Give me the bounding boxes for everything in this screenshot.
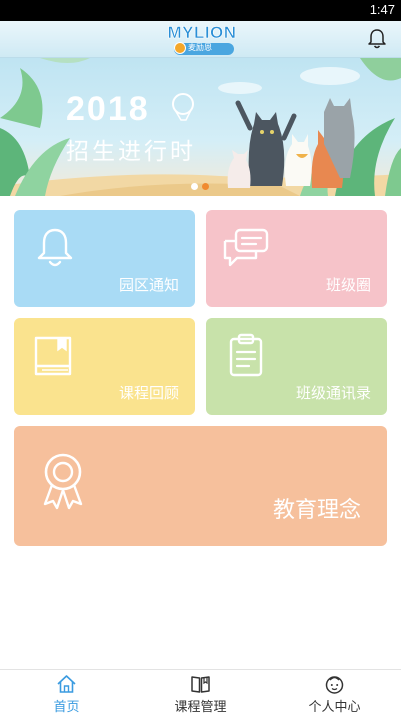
logo-text: MYLION: [167, 23, 237, 43]
tab-label: 首页: [53, 700, 80, 713]
home-icon: [57, 675, 76, 693]
tile-campus-notice[interactable]: 园区通知: [14, 210, 195, 307]
status-time: 1:47: [369, 2, 395, 17]
banner-slogan: 招生进行时: [66, 139, 196, 165]
tile-label: 班级通讯录: [295, 384, 371, 402]
chat-bubbles-icon: [223, 228, 269, 267]
face-icon: [325, 676, 344, 694]
banner-dot[interactable]: [191, 183, 198, 190]
bell-icon: [37, 228, 73, 267]
tile-course-review[interactable]: 课程回顾: [14, 318, 195, 415]
promo-banner[interactable]: 2018 招生进行时: [0, 58, 401, 196]
tab-personal-center[interactable]: 个人中心: [268, 670, 401, 713]
banner-year: 2018: [66, 90, 150, 128]
bell-icon: [368, 29, 386, 49]
tile-label: 教育理念: [272, 498, 361, 523]
tile-label: 课程回顾: [118, 384, 179, 402]
clipboard-icon: [229, 333, 263, 377]
tile-class-circle[interactable]: 班级圈: [206, 210, 387, 307]
logo-sub-text: 麦励恩: [188, 43, 212, 52]
book-icon: [34, 336, 72, 376]
tile-class-contacts[interactable]: 班级通讯录: [206, 318, 387, 415]
book-open-icon: [191, 676, 210, 693]
tab-label: 个人中心: [308, 700, 361, 713]
app-logo: MYLION 麦励恩: [160, 23, 244, 57]
tab-label: 课程管理: [174, 700, 227, 713]
tile-education-philosophy[interactable]: 教育理念: [14, 426, 387, 546]
tab-home[interactable]: 首页: [0, 670, 133, 713]
tile-label: 园区通知: [118, 276, 179, 294]
tab-course-management[interactable]: 课程管理: [134, 670, 267, 713]
banner-illustration: [0, 58, 401, 196]
tile-label: 班级圈: [325, 276, 371, 294]
lion-icon: [174, 42, 186, 54]
app-header: MYLION 麦励恩: [0, 21, 401, 58]
bottom-tab-bar: 首页 课程管理 个人中心: [0, 669, 401, 713]
ribbon-badge-icon: [43, 453, 83, 510]
status-bar: 1:47: [0, 0, 401, 21]
banner-dot-active[interactable]: [202, 183, 209, 190]
notification-bell-button[interactable]: [367, 28, 387, 50]
